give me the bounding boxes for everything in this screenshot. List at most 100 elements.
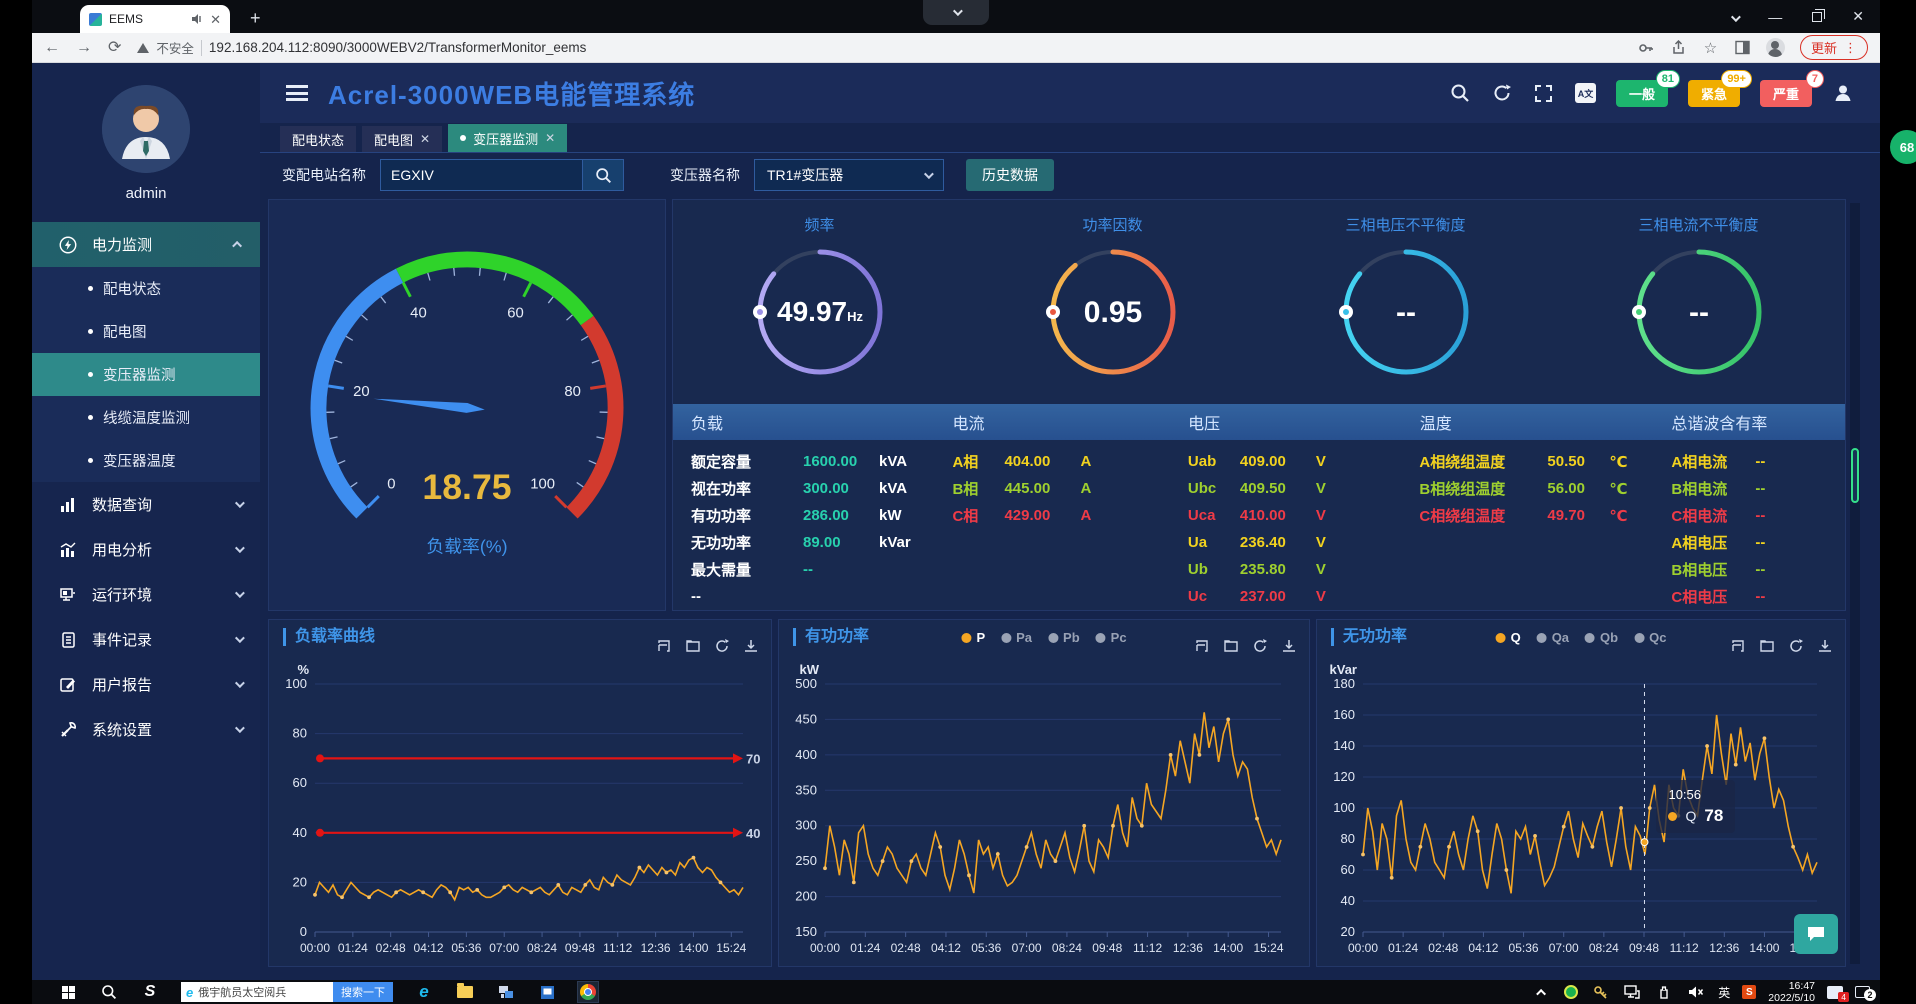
sidebar-group-usage-analysis[interactable]: 用电分析 bbox=[32, 527, 260, 572]
history-data-button[interactable]: 历史数据 bbox=[966, 159, 1054, 191]
sidebar-group-system-settings[interactable]: 系统设置 bbox=[32, 707, 260, 752]
toolbox-refresh-icon[interactable] bbox=[714, 638, 730, 654]
tray-keys-icon[interactable] bbox=[1590, 982, 1610, 1002]
legend-item-Q[interactable]: Q bbox=[1496, 630, 1521, 645]
active-power-chart[interactable]: 150200250300350400450500kW00:0001:2402:4… bbox=[779, 654, 1309, 966]
tray-alert-icon[interactable]: 4 bbox=[1827, 986, 1843, 999]
legend-item-Qc[interactable]: Qc bbox=[1634, 630, 1666, 645]
fullscreen-icon[interactable] bbox=[1533, 82, 1555, 104]
alarm-badge-urgent[interactable]: 紧急 99+ bbox=[1688, 80, 1740, 107]
sidebar-item-cable-temp-monitor[interactable]: 线缆温度监测 bbox=[32, 396, 260, 439]
legend-item-Pc[interactable]: Pc bbox=[1096, 630, 1127, 645]
toolbox-dataview-icon[interactable] bbox=[685, 638, 701, 654]
tray-expand-icon[interactable] bbox=[1532, 982, 1552, 1002]
sidepanel-icon[interactable] bbox=[1734, 39, 1751, 56]
legend-item-Pa[interactable]: Pa bbox=[1001, 630, 1032, 645]
alarm-badge-normal[interactable]: 一般 81 bbox=[1616, 80, 1668, 107]
window-close-button[interactable]: ✕ bbox=[1852, 8, 1864, 25]
toolbox-dataview-icon[interactable] bbox=[1759, 638, 1775, 654]
sidebar-item-transformer-monitor[interactable]: 变压器监测 bbox=[32, 353, 260, 396]
tab-close-icon[interactable]: ✕ bbox=[210, 13, 221, 26]
share-icon[interactable] bbox=[1670, 39, 1687, 56]
legend-item-Pb[interactable]: Pb bbox=[1048, 630, 1080, 645]
taskbar-chrome-icon[interactable] bbox=[578, 982, 598, 1002]
browser-tab[interactable]: EEMS ✕ bbox=[80, 5, 230, 33]
legend-item-P[interactable]: P bbox=[961, 630, 985, 645]
taskbar-news-search[interactable]: e 俄宇航员太空阅兵 搜索一下 bbox=[181, 982, 393, 1002]
sidebar-item-distribution-diagram[interactable]: 配电图 bbox=[32, 310, 260, 353]
url-text[interactable]: 192.168.204.112:8090/3000WEBV2/Transform… bbox=[209, 40, 586, 55]
profile-avatar-icon[interactable] bbox=[1766, 38, 1785, 57]
taskbar-ie-icon[interactable]: e bbox=[414, 982, 434, 1002]
tab-transformer-monitor[interactable]: 变压器监测✕ bbox=[448, 124, 567, 152]
page-scrollbar[interactable] bbox=[1850, 203, 1860, 964]
toolbox-download-icon[interactable] bbox=[743, 638, 759, 654]
sidebar-item-transformer-temp[interactable]: 变压器温度 bbox=[32, 439, 260, 482]
hamburger-menu-icon[interactable] bbox=[286, 85, 308, 101]
tab-distribution-diagram[interactable]: 配电图✕ bbox=[362, 126, 442, 152]
window-menu-chevron[interactable] bbox=[1731, 9, 1738, 25]
tray-antivirus-icon[interactable] bbox=[1564, 985, 1578, 999]
station-input[interactable] bbox=[381, 160, 582, 190]
taskbar-app-icon[interactable] bbox=[537, 982, 557, 1002]
search-icon[interactable] bbox=[1449, 82, 1471, 104]
toolbox-download-icon[interactable] bbox=[1817, 638, 1833, 654]
user-icon[interactable] bbox=[1832, 82, 1854, 104]
toolbox-refresh-icon[interactable] bbox=[1788, 638, 1804, 654]
taskbar-devices-icon[interactable] bbox=[496, 982, 516, 1002]
station-search-button[interactable] bbox=[582, 160, 623, 190]
address-box[interactable]: 不安全 192.168.204.112:8090/3000WEBV2/Trans… bbox=[137, 38, 1622, 57]
tray-network-icon[interactable] bbox=[1622, 982, 1642, 1002]
start-button[interactable] bbox=[58, 982, 78, 1002]
tabstrip-dropdown[interactable] bbox=[923, 0, 989, 25]
tray-usb-icon[interactable] bbox=[1654, 982, 1674, 1002]
taskbar-explorer-icon[interactable] bbox=[455, 982, 475, 1002]
window-minimize-button[interactable]: — bbox=[1768, 9, 1782, 25]
sidebar-group-event-log[interactable]: 事件记录 bbox=[32, 617, 260, 662]
alarm-badge-critical[interactable]: 严重 7 bbox=[1760, 80, 1812, 107]
tray-volume-muted-icon[interactable] bbox=[1686, 982, 1706, 1002]
tray-sogou-icon[interactable]: S bbox=[1742, 985, 1756, 999]
action-center-icon[interactable]: 2 bbox=[1855, 986, 1870, 998]
recorder-overlay-bubble[interactable]: 68 bbox=[1890, 130, 1916, 164]
reactive-power-chart[interactable]: 20406080100120140160180kVar00:0001:2402:… bbox=[1317, 654, 1845, 966]
forward-button[interactable]: → bbox=[76, 40, 92, 56]
reload-button[interactable]: ⟳ bbox=[108, 40, 121, 56]
scrollbar-thumb[interactable] bbox=[1851, 448, 1859, 503]
sidebar-group-data-query[interactable]: 数据查询 bbox=[32, 482, 260, 527]
new-tab-button[interactable]: + bbox=[250, 8, 261, 29]
window-restore-button[interactable] bbox=[1812, 9, 1822, 25]
tab-close-icon[interactable]: ✕ bbox=[420, 132, 430, 146]
tray-clock[interactable]: 16:47 2022/5/10 bbox=[1768, 980, 1815, 1004]
chrome-update-button[interactable]: 更新 ⋮ bbox=[1800, 35, 1868, 60]
browser-menu-icon[interactable]: ⋮ bbox=[1844, 40, 1857, 56]
password-key-icon[interactable] bbox=[1638, 39, 1655, 56]
sidebar-group-user-report[interactable]: 用户报告 bbox=[32, 662, 260, 707]
toolbox-download-icon[interactable] bbox=[1281, 638, 1297, 654]
toolbox-refresh-icon[interactable] bbox=[1252, 638, 1268, 654]
taskbar-search-icon[interactable] bbox=[99, 982, 119, 1002]
legend-item-Qa[interactable]: Qa bbox=[1537, 630, 1569, 645]
back-button[interactable]: ← bbox=[44, 40, 60, 56]
toolbox-restore-icon[interactable] bbox=[656, 638, 672, 654]
transformer-select[interactable]: TR1#变压器 bbox=[754, 159, 944, 191]
tab-close-icon[interactable]: ✕ bbox=[545, 131, 555, 145]
refresh-icon[interactable] bbox=[1491, 82, 1513, 104]
toolbox-restore-icon[interactable] bbox=[1194, 638, 1210, 654]
bookmark-star-icon[interactable]: ☆ bbox=[1702, 39, 1719, 56]
sidebar-group-environment[interactable]: 运行环境 bbox=[32, 572, 260, 617]
toolbox-dataview-icon[interactable] bbox=[1223, 638, 1239, 654]
translate-icon[interactable]: A文 bbox=[1575, 83, 1596, 103]
toolbox-restore-icon[interactable] bbox=[1730, 638, 1746, 654]
news-search-button[interactable]: 搜索一下 bbox=[333, 982, 393, 1002]
tab-audio-icon[interactable] bbox=[191, 13, 203, 25]
sidebar-group-power-monitor[interactable]: 电力监测 bbox=[32, 222, 260, 267]
sidebar-item-distribution-status[interactable]: 配电状态 bbox=[32, 267, 260, 310]
taskbar-swirl-app-icon[interactable]: S bbox=[140, 982, 160, 1002]
chat-float-button[interactable] bbox=[1794, 914, 1838, 954]
load-rate-chart[interactable]: 020406080100%00:0001:2402:4804:1205:3607… bbox=[269, 654, 771, 966]
news-search-text[interactable]: 俄宇航员太空阅兵 bbox=[198, 984, 333, 1000]
legend-item-Qb[interactable]: Qb bbox=[1585, 630, 1618, 645]
tray-ime-indicator[interactable]: 英 bbox=[1718, 984, 1730, 1001]
tab-distribution-status[interactable]: 配电状态 bbox=[280, 126, 356, 152]
